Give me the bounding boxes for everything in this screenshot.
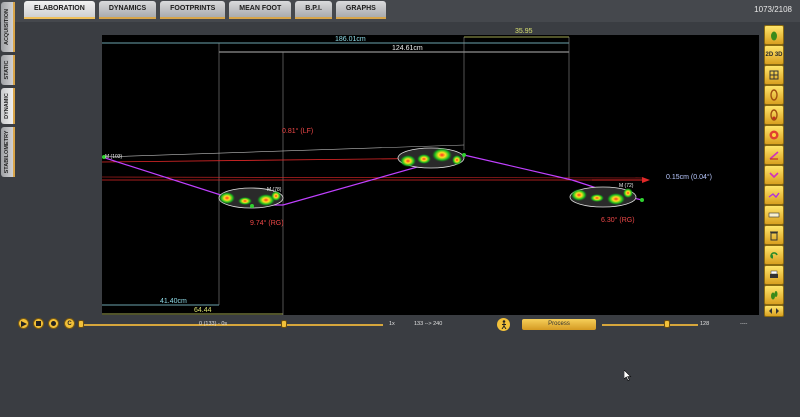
play-icon: [20, 320, 27, 327]
footprint-3: [569, 186, 637, 208]
angle-lf-label: 0.81° (LF): [282, 128, 314, 135]
gait-canvas: [102, 36, 650, 315]
stop-icon: [36, 321, 41, 326]
stop-button[interactable]: [33, 318, 44, 329]
trash-icon[interactable]: [764, 225, 784, 245]
bend-icon[interactable]: [764, 165, 784, 185]
toggle-2d3d-label: 2D 3D: [765, 52, 783, 58]
walk-button[interactable]: [497, 318, 510, 331]
stride-length-label: 124.61cm: [392, 45, 423, 52]
side-tab-label: STATIC: [4, 60, 10, 80]
frame-readout: 0 (133) - 0s: [199, 321, 228, 327]
mouse-cursor-icon: [624, 370, 632, 381]
step-top-label: 35.95: [515, 28, 533, 35]
side-tab-label: DYNAMIC: [4, 93, 10, 119]
gait-plot[interactable]: 186.01cm 124.61cm 35.95 41.40cm 64.44 0.…: [102, 28, 759, 315]
speed-readout: 1x: [389, 321, 395, 327]
speed-slider[interactable]: [283, 324, 383, 326]
reference-lines: [102, 144, 650, 183]
marker-label-1: M (103): [105, 154, 123, 160]
tab-graphs[interactable]: GRAPHS: [335, 1, 386, 19]
tab-bpi[interactable]: B.P.I.: [295, 1, 332, 19]
print-icon[interactable]: [764, 265, 784, 285]
grid-icon[interactable]: [764, 65, 784, 85]
back-icon[interactable]: [764, 245, 784, 265]
marker-label-2: M (78): [267, 187, 282, 193]
ruler-icon[interactable]: [764, 205, 784, 225]
side-tab-acquisition[interactable]: ACQUISITION: [1, 2, 15, 52]
step-bottom-yellow-label: 64.44: [194, 307, 212, 314]
side-tab-label: ACQUISITION: [4, 8, 10, 46]
side-tab-static[interactable]: STATIC: [1, 55, 15, 85]
angle-rg1-label: 9.74° (RG): [250, 220, 284, 227]
step-bottom-label: 41.40cm: [160, 298, 187, 305]
footprint-2: [397, 147, 465, 169]
side-tab-stabilometry[interactable]: STABILOMETRY: [1, 127, 15, 177]
frame-counter: 1073/2108: [754, 5, 792, 14]
play-button[interactable]: [18, 318, 29, 329]
threshold-readout: 128: [700, 321, 710, 327]
offset-label: 0.15cm (0.04°): [666, 174, 712, 181]
angle-rg2-label: 6.30° (RG): [601, 217, 635, 224]
total-length-label: 186.01cm: [335, 36, 366, 43]
foot-outline-icon[interactable]: [764, 85, 784, 105]
process-button[interactable]: Process: [522, 319, 596, 330]
heel-icon[interactable]: [764, 105, 784, 125]
side-tabs: ACQUISITION STATIC DYNAMIC STABILOMETRY: [0, 0, 15, 180]
footprint-icon[interactable]: [764, 285, 784, 305]
frame-slider-thumb[interactable]: [78, 320, 84, 328]
loop-button[interactable]: C: [64, 318, 75, 329]
marker-dot: [462, 153, 466, 157]
marker-dot: [640, 198, 644, 202]
speed-slider-thumb[interactable]: [281, 320, 287, 328]
marker-dot: [250, 204, 254, 208]
tab-footprints[interactable]: FOOTPRINTS: [160, 1, 226, 19]
2d-3d-icon[interactable]: 2D 3D: [764, 45, 784, 65]
side-tab-label: STABILOMETRY: [4, 130, 10, 174]
angle-icon[interactable]: [764, 145, 784, 165]
top-bar: ELABORATION DYNAMICS FOOTPRINTS MEAN FOO…: [0, 0, 800, 22]
playback-controls: C 0 (133) - 0s 1x 133 --> 240 Process 12…: [0, 316, 800, 334]
side-tab-dynamic[interactable]: DYNAMIC: [1, 88, 15, 124]
marker-label-3: M (72): [619, 183, 634, 189]
tab-dynamics[interactable]: DYNAMICS: [98, 1, 157, 19]
tab-mean-foot[interactable]: MEAN FOOT: [229, 1, 292, 19]
target-icon[interactable]: [764, 125, 784, 145]
record-button[interactable]: [48, 318, 59, 329]
measurement-lines: [102, 36, 570, 315]
more-readout: ----: [740, 321, 748, 327]
threshold-slider-thumb[interactable]: [664, 320, 671, 328]
record-icon: [51, 321, 56, 326]
walk-path-icon[interactable]: [764, 185, 784, 205]
range-readout: 133 --> 240: [414, 321, 443, 327]
main-tabs: ELABORATION DYNAMICS FOOTPRINTS MEAN FOO…: [24, 1, 386, 19]
foot-icon[interactable]: [764, 25, 784, 45]
threshold-slider[interactable]: [602, 324, 698, 326]
walk-icon: [501, 320, 506, 329]
tab-elaboration[interactable]: ELABORATION: [24, 1, 95, 19]
loop-icon: C: [67, 320, 72, 327]
